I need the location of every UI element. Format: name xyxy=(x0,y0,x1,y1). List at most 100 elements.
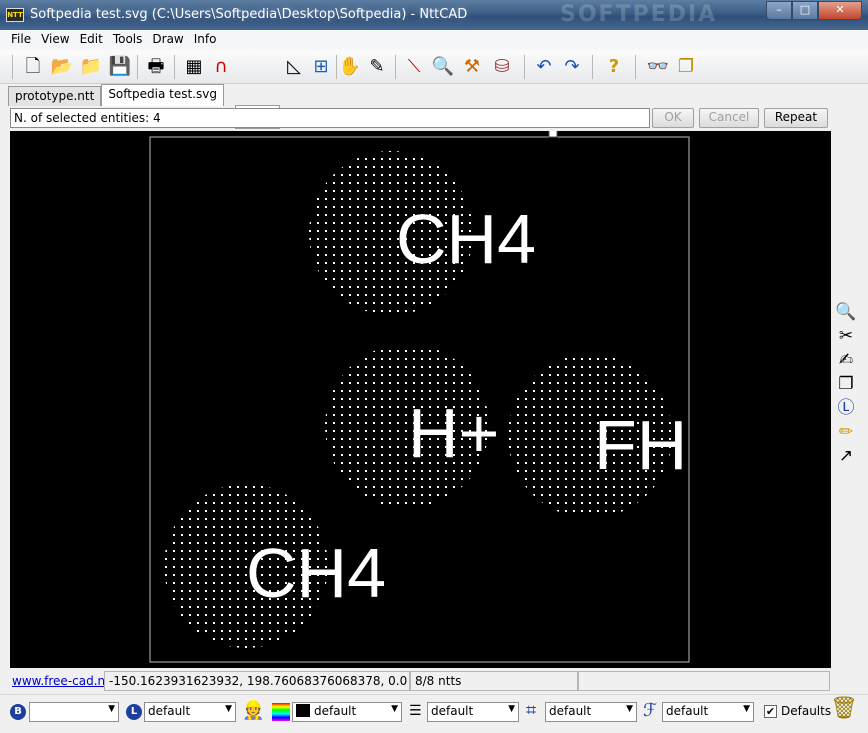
tab-prototype[interactable]: prototype.ntt xyxy=(8,86,102,106)
zoom-tool-button[interactable]: 🔍 xyxy=(834,301,858,323)
toolbar-separator xyxy=(12,55,13,79)
hatch-select-value: default xyxy=(549,704,592,718)
windows-button[interactable]: ❐ xyxy=(673,54,699,80)
chevron-down-icon: ▼ xyxy=(108,704,115,714)
color-palette-icon[interactable] xyxy=(272,703,290,721)
drawing-label[interactable]: FH xyxy=(594,406,687,484)
hatch-select[interactable]: default ▼ xyxy=(545,702,637,722)
edit-button[interactable]: ✎ xyxy=(364,54,390,80)
layer-manager-button[interactable]: 👷 xyxy=(242,701,264,721)
toolbar-separator xyxy=(137,55,138,79)
crosshair-button[interactable]: ⊞ xyxy=(308,54,334,80)
draw-tool-button[interactable]: ✍ xyxy=(834,349,858,371)
tab-softpedia-test[interactable]: Softpedia test.svg xyxy=(101,84,224,106)
menu-edit[interactable]: Edit xyxy=(75,30,108,50)
hatch-icon: ⌗ xyxy=(526,700,537,721)
pan-hand-icon: ✋ xyxy=(338,56,362,77)
cancel-button[interactable]: Cancel xyxy=(699,108,759,128)
entity-count: 8/8 ntts xyxy=(410,671,578,691)
redo-button[interactable]: ↷ xyxy=(559,54,585,80)
dimension-tool-button[interactable]: ↗ xyxy=(834,445,858,467)
set-square-icon: ◺ xyxy=(287,56,301,77)
edit-pen-icon: ✎ xyxy=(369,56,385,77)
status-empty-field xyxy=(578,671,830,691)
toolbar-separator xyxy=(592,55,593,79)
window-title: Softpedia test.svg (C:\Users\Softpedia\D… xyxy=(30,7,468,22)
defaults-checkbox[interactable]: ✔ xyxy=(764,705,777,718)
linetype-select-value: default xyxy=(431,704,474,718)
layer-icon: L xyxy=(126,704,142,720)
minimize-button[interactable]: – xyxy=(766,1,792,20)
app-icon: NTT xyxy=(6,8,24,22)
crosshair-icon: ⊞ xyxy=(313,56,329,77)
open-folder-icon: 📁 xyxy=(79,56,103,77)
pencil-tool-button[interactable]: ✏ xyxy=(834,421,858,443)
menu-tools[interactable]: Tools xyxy=(108,30,148,50)
drawing-canvas[interactable]: CH4 H+ FH CH4 xyxy=(10,128,831,668)
font-select-value: default xyxy=(666,704,709,718)
windows-icon: ❐ xyxy=(677,56,695,77)
save-icon: 💾 xyxy=(108,56,132,77)
menu-bar: File View Edit Tools Draw Info xyxy=(0,30,868,50)
repeat-button[interactable]: Repeat xyxy=(764,108,828,128)
toolbar-separator xyxy=(395,55,396,79)
zoom-icon: 🔍 xyxy=(835,302,857,322)
resize-handle[interactable] xyxy=(548,128,558,138)
new-file-icon: 🗋 xyxy=(25,56,41,77)
color-select-value: default xyxy=(314,704,357,718)
zoom-button[interactable]: 🔍 xyxy=(430,54,456,80)
new-file-button[interactable]: 🗋 xyxy=(20,54,46,80)
help-icon: ? xyxy=(608,56,620,77)
watermark: SOFTPEDIA xyxy=(560,2,718,27)
block-select[interactable]: ▼ xyxy=(29,702,119,722)
coordinates-readout: -150.1623931623932, 198.76068376068378, … xyxy=(104,671,410,691)
menu-draw[interactable]: Draw xyxy=(147,30,188,50)
drawing-label[interactable]: H+ xyxy=(408,394,499,472)
drawing-label[interactable]: CH4 xyxy=(246,534,386,612)
copy-tool-button[interactable]: ❐ xyxy=(834,373,858,395)
color-swatch xyxy=(296,704,310,717)
glasses-icon: 👓 xyxy=(646,56,670,77)
menu-info[interactable]: Info xyxy=(189,30,222,50)
drawing-label[interactable]: CH4 xyxy=(396,200,536,278)
pick-button[interactable]: ⟍ xyxy=(401,54,427,80)
open-folder-button[interactable]: 📁 xyxy=(78,54,104,80)
menu-file[interactable]: File xyxy=(6,30,36,50)
toolbar-separator xyxy=(524,55,525,79)
undo-button[interactable]: ↶ xyxy=(531,54,557,80)
ok-button[interactable]: OK xyxy=(652,108,694,128)
layer-select[interactable]: default ▼ xyxy=(144,702,236,722)
layer-tool-button[interactable]: Ⓛ xyxy=(834,397,858,419)
print-button[interactable]: 🖶 xyxy=(143,54,169,80)
trash-button[interactable]: 🗑 xyxy=(830,698,858,720)
set-square-button[interactable]: ◺ xyxy=(281,54,307,80)
help-button[interactable]: ? xyxy=(601,54,627,80)
title-bar: NTT Softpedia test.svg (C:\Users\Softped… xyxy=(0,0,868,30)
redo-icon: ↷ xyxy=(564,56,580,77)
close-button[interactable]: ✕ xyxy=(818,1,862,20)
color-select[interactable]: default ▼ xyxy=(292,702,402,722)
pencil-icon: ✏ xyxy=(838,422,854,442)
save-button[interactable]: 💾 xyxy=(107,54,133,80)
command-input[interactable]: N. of selected entities: 4 xyxy=(10,108,650,128)
linetype-select[interactable]: default ▼ xyxy=(427,702,519,722)
menu-view[interactable]: View xyxy=(36,30,74,50)
chevron-down-icon: ▼ xyxy=(391,704,398,714)
website-link[interactable]: www.free-cad.net xyxy=(12,674,117,688)
right-toolbar: 🔍 ✂ ✍ ❐ Ⓛ ✏ ↗ xyxy=(831,131,861,668)
print-icon: 🖶 xyxy=(147,56,165,77)
pick-icon: ⟍ xyxy=(407,56,421,77)
pan-button[interactable]: ✋ xyxy=(337,54,363,80)
block-icon: B xyxy=(10,704,26,720)
font-select[interactable]: default ▼ xyxy=(662,702,754,722)
measure-button[interactable]: ⚒ xyxy=(459,54,485,80)
glasses-button[interactable]: 👓 xyxy=(645,54,671,80)
layers-3d-button[interactable]: ⛁ xyxy=(489,54,515,80)
cut-tool-button[interactable]: ✂ xyxy=(834,325,858,347)
grid-button[interactable]: ▦ xyxy=(181,54,207,80)
main-toolbar: 🗋 📂 📁 💾 🖶 ▦ ∩ ⟋ ▼ ◺ ⊞ ✋ ✎ ⟍ 🔍 ⚒ ⛁ ↶ ↷ ? … xyxy=(0,50,868,129)
maximize-button[interactable]: □ xyxy=(792,1,818,20)
chevron-down-icon: ▼ xyxy=(225,704,232,714)
open-file-button[interactable]: 📂 xyxy=(49,54,75,80)
snap-magnet-button[interactable]: ∩ xyxy=(208,54,234,80)
